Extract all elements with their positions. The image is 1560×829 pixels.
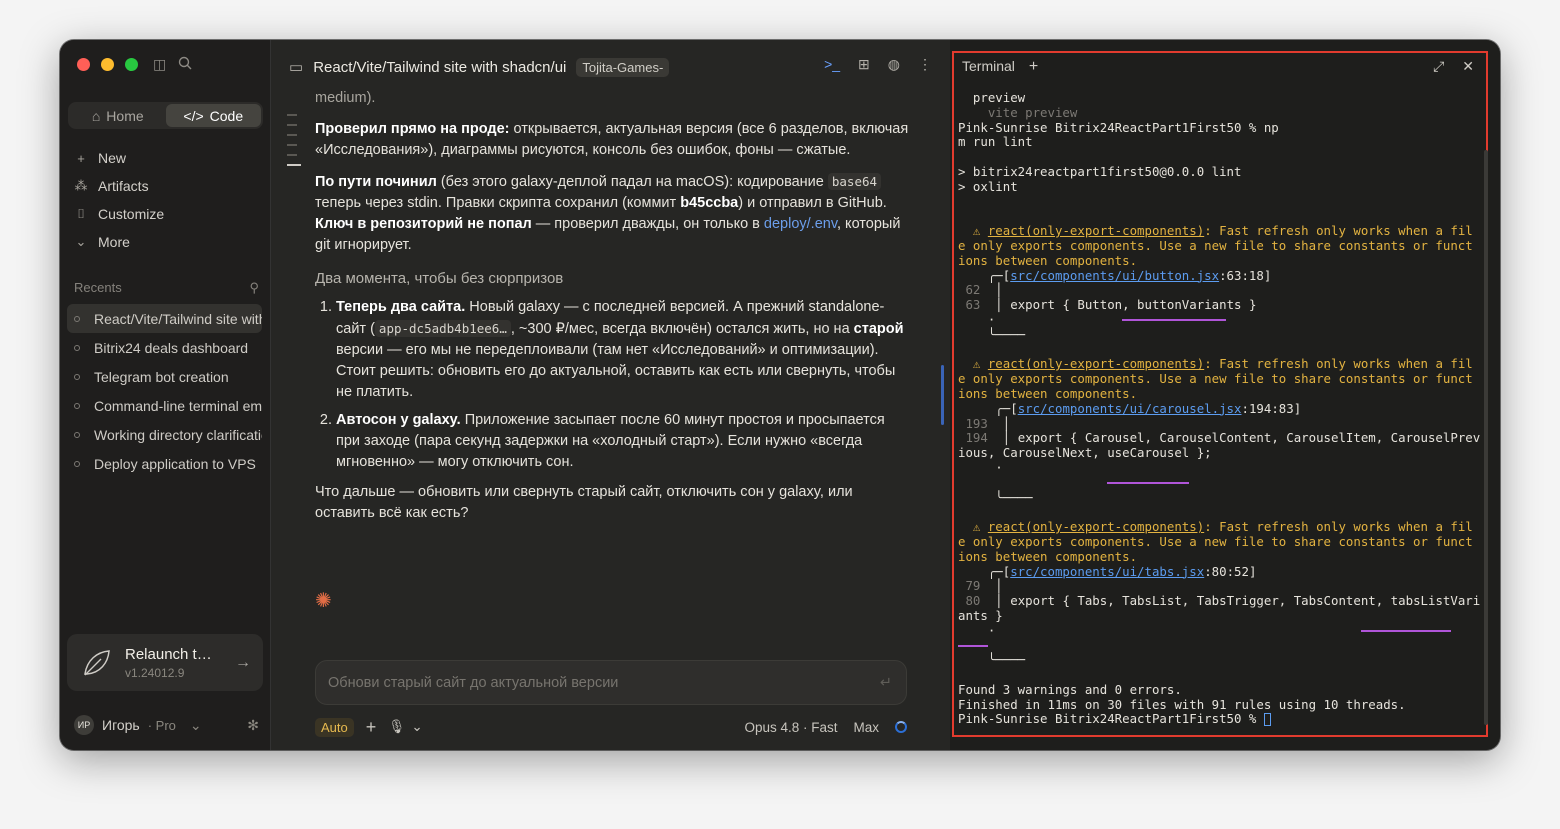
status-dot-icon xyxy=(74,402,80,409)
effort-selector[interactable]: Max xyxy=(853,720,879,735)
terminal-output[interactable]: preview vite preview Pink-Sunrise Bitrix… xyxy=(958,90,1480,727)
status-dot-icon xyxy=(74,373,80,380)
recents-list: React/Vite/Tailwind site with shadcn/ui … xyxy=(67,304,262,478)
chevron-down-icon[interactable]: ⌄ xyxy=(411,719,422,735)
close-icon[interactable]: ✕ xyxy=(1462,58,1474,75)
page-title[interactable]: React/Vite/Tailwind site with shadcn/ui xyxy=(313,59,566,76)
recent-item[interactable]: React/Vite/Tailwind site with shadcn/ui xyxy=(67,304,262,333)
terminal-icon[interactable]: >_ xyxy=(824,56,840,73)
plus-icon: + xyxy=(77,150,85,166)
panel-resize-handle[interactable] xyxy=(941,365,944,425)
mode-badge[interactable]: Auto xyxy=(315,717,354,737)
terminal-cursor xyxy=(1263,713,1271,727)
terminal-panel: Terminal + ⤢ ✕ preview vite preview Pink… xyxy=(950,40,1500,750)
preview-icon[interactable]: ⊞ xyxy=(858,56,870,73)
model-controls: Opus 4.8 · Fast Max xyxy=(744,720,907,735)
home-icon: ⌂ xyxy=(91,107,101,124)
briefcase-icon: ⌷ xyxy=(77,206,85,221)
laptop-icon: ▭ xyxy=(289,59,304,76)
more-options-icon[interactable]: ⋮ xyxy=(918,56,932,73)
recents-header: Recents ⚲ xyxy=(74,280,259,296)
chat-header: ▭ React/Vite/Tailwind site with shadcn/u… xyxy=(289,56,932,78)
sidebar-item-more[interactable]: ⌄ More xyxy=(74,228,264,256)
filter-icon[interactable]: ⚲ xyxy=(249,280,259,296)
tab-home[interactable]: ⌂ Home xyxy=(70,104,166,127)
new-terminal-icon[interactable]: + xyxy=(1029,58,1038,76)
microphone-icon[interactable]: 🎙︎ xyxy=(388,719,405,735)
status-dot-icon xyxy=(74,431,80,438)
close-window-button[interactable] xyxy=(77,58,90,71)
recent-item[interactable]: Telegram bot creation xyxy=(67,362,262,391)
minimize-window-button[interactable] xyxy=(101,58,114,71)
terminal-tabs: Terminal + xyxy=(962,58,1038,76)
recent-item[interactable]: Deploy application to VPS xyxy=(67,449,262,478)
search-icon[interactable] xyxy=(178,56,192,73)
sidebar-item-new[interactable]: + New xyxy=(74,144,264,172)
chat-panel: ▭ React/Vite/Tailwind site with shadcn/u… xyxy=(271,40,946,750)
window-controls xyxy=(77,58,138,71)
artifacts-icon: ⁂ xyxy=(74,178,88,193)
leaf-icon xyxy=(84,649,110,675)
section-heading: Два момента, чтобы без сюрпризов xyxy=(315,270,564,287)
message-navigator[interactable] xyxy=(287,114,301,174)
enter-icon[interactable]: ↵ xyxy=(880,675,892,691)
numbered-list: Теперь два сайта. Новый galaxy — с после… xyxy=(315,297,910,473)
recent-item[interactable]: Command-line terminal emulator xyxy=(67,391,262,420)
status-dot-icon xyxy=(74,460,80,467)
tab-code[interactable]: </> Code xyxy=(165,104,261,127)
update-card[interactable]: Relaunch to update v1.24012.9 → xyxy=(67,634,263,691)
sidebar-item-artifacts[interactable]: ⁂ Artifacts xyxy=(74,172,264,200)
add-icon[interactable]: + xyxy=(366,717,377,738)
chevron-down-icon: ⌄ xyxy=(189,716,202,733)
avatar: ИР xyxy=(74,715,94,735)
terminal-scrollbar[interactable] xyxy=(1484,150,1488,725)
sidebar-toggle-icon[interactable]: ◫ xyxy=(153,56,166,73)
message-input[interactable]: Обнови старый сайт до актуальной версии … xyxy=(315,660,907,705)
paragraph: По пути починил (без этого galaxy-деплой… xyxy=(315,173,901,253)
mode-switch: ⌂ Home </> Code xyxy=(68,102,263,129)
assistant-message: medium). Проверил прямо на проде: открыв… xyxy=(315,88,910,534)
terminal-actions: ⤢ ✕ xyxy=(1433,58,1474,75)
paragraph: Что дальше — обновить или свернуть стары… xyxy=(315,484,853,521)
sidebar-nav: + New ⁂ Artifacts ⌷ Customize ⌄ More xyxy=(74,144,264,256)
globe-icon[interactable]: ◍ xyxy=(888,56,900,73)
sidebar: ◫ ⌂ Home </> Code + New ⁂ Artifacts ⌷ Customi… xyxy=(60,40,271,750)
composer-toolbar: Auto + 🎙︎ ⌄ Opus 4.8 · Fast Max xyxy=(315,716,907,738)
code-icon: </> xyxy=(183,107,204,124)
recent-item[interactable]: Bitrix24 deals dashboard xyxy=(67,333,262,362)
paragraph: Проверил прямо на проде: открывается, ак… xyxy=(315,121,909,158)
user-menu[interactable]: ИР Игорь · Pro ⌄ ✻ xyxy=(74,715,259,735)
claude-spark-icon: ✺ xyxy=(315,590,332,612)
arrow-right-icon: → xyxy=(235,653,251,671)
file-link[interactable]: deploy/.env xyxy=(764,216,837,232)
tab-terminal[interactable]: Terminal xyxy=(962,58,1015,76)
sidebar-item-customize[interactable]: ⌷ Customize xyxy=(74,200,264,228)
maximize-window-button[interactable] xyxy=(125,58,138,71)
chevron-down-icon: ⌄ xyxy=(75,234,87,249)
recent-item[interactable]: Working directory clarification xyxy=(67,420,262,449)
branch-badge[interactable]: Tojita-Games- xyxy=(576,57,670,77)
expand-icon[interactable]: ⤢ xyxy=(1433,58,1444,75)
loading-spinner-icon xyxy=(895,721,907,733)
list-item: Теперь два сайта. Новый galaxy — с после… xyxy=(336,297,910,403)
list-item: Автосон у galaxy. Приложение засыпает по… xyxy=(336,410,910,473)
header-actions: >_ ⊞ ◍ ⋮ xyxy=(824,56,932,73)
app-window: ◫ ⌂ Home </> Code + New ⁂ Artifacts ⌷ Customi… xyxy=(60,40,1500,750)
settings-icon[interactable]: ✻ xyxy=(247,717,259,734)
model-selector[interactable]: Opus 4.8 · Fast xyxy=(744,720,837,735)
status-dot-icon xyxy=(74,315,80,322)
status-dot-icon xyxy=(74,344,80,351)
